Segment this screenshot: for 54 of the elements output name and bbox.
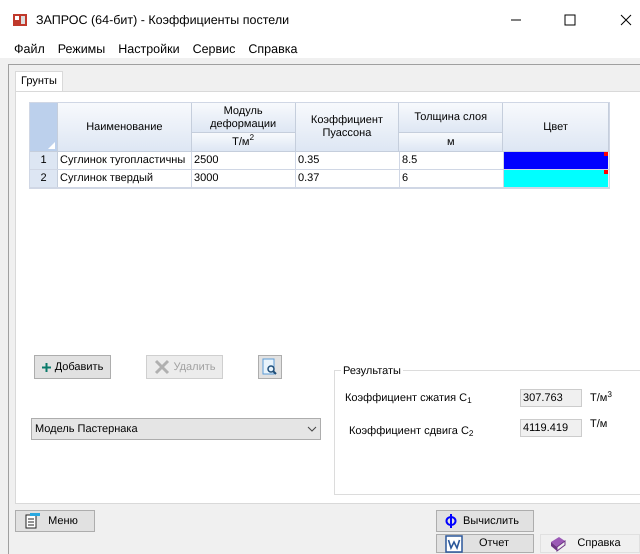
color-swatch[interactable] [504,170,608,187]
column-header: Модуль деформации [192,103,296,133]
unit-label: Т/м [590,417,608,432]
menu-item[interactable]: Настройки [118,40,180,58]
table-cell[interactable]: 6 [400,170,504,187]
table-cell[interactable]: Суглинок тугопластичны [58,152,192,169]
add-button[interactable]: Добавить [34,355,111,379]
page-search-icon [262,358,278,376]
unit-label: Т/м$^{3}$ [590,390,612,406]
table-cell[interactable]: 0.37 [296,170,400,187]
window-title: ЗАПРОС (64-бит) - Коэффициенты постели [36,12,290,29]
app-icon [12,12,28,28]
table-cell[interactable]: Суглинок твердый [58,170,192,187]
help-button[interactable]: Справка [540,534,640,553]
column-header: Наименование [58,103,192,151]
result-value-field: 307.763 [520,389,582,407]
close-icon [154,359,170,375]
column-header: Толщина слоя [399,103,504,133]
table-cell[interactable]: 8.5 [400,152,504,169]
unit-header: м [399,133,504,151]
group-title: Результаты [341,363,403,380]
table-cell[interactable]: 0.35 [296,152,400,169]
color-swatch[interactable] [504,152,608,169]
row-number[interactable]: 1 [30,152,58,169]
result-value-field: 4119.419 [520,419,582,438]
corner-triangle-icon [48,142,55,149]
result-label: Коэффициент сдвига C$_{2}$ [348,424,475,440]
plus-icon [42,362,51,372]
unit-header: Т/м$^{2}$ [192,133,296,151]
book-icon [549,536,567,552]
table-cell[interactable]: 2500 [192,152,296,169]
corner-marker-icon [604,152,608,156]
preview-button[interactable] [258,355,282,379]
menu-item[interactable]: Сервис [192,40,236,58]
phi-icon [445,513,457,529]
close-icon[interactable] [620,14,632,26]
tab[interactable]: Грунты [15,71,63,91]
table-cell[interactable]: 3000 [192,170,296,187]
chevron-down-icon [307,426,317,432]
model-dropdown[interactable]: Модель Пастернака [31,418,321,440]
result-label: Коэффициент сжатия C$_{1}$ [345,390,473,406]
menu-button[interactable]: Меню [15,510,95,532]
word-document-icon [445,534,463,552]
menu-item[interactable]: Режимы [58,40,106,58]
column-header: Коэффициент Пуассона [296,103,400,151]
maximize-icon[interactable] [564,14,576,26]
row-number[interactable]: 2 [30,170,58,187]
document-icon [24,513,40,529]
menu-item[interactable]: Справка [248,40,298,58]
column-header: Цвет [503,103,609,151]
report-button[interactable]: Отчет [436,534,534,553]
menu-item[interactable]: Файл [14,40,45,58]
corner-marker-icon [604,170,608,174]
calculate-button[interactable]: Вычислить [436,510,534,532]
